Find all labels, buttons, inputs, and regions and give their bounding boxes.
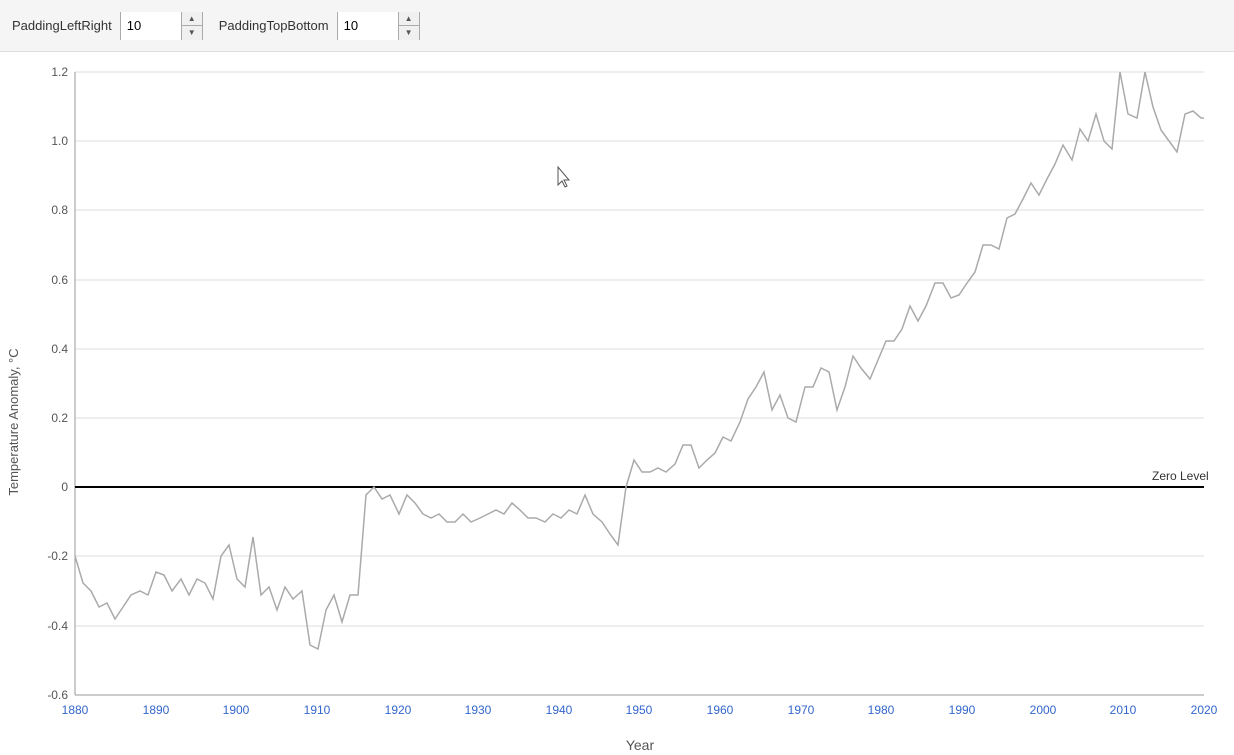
x-label-1960: 1960	[707, 703, 734, 717]
padding-left-right-spinner: ▲ ▼	[120, 12, 203, 40]
x-label-1880: 1880	[62, 703, 89, 717]
y-label-neg0.4: -0.4	[47, 619, 68, 633]
padding-top-bottom-input[interactable]	[338, 12, 398, 40]
temperature-line	[75, 72, 1204, 649]
y-axis-title: Temperature Anomaly, °C	[6, 348, 21, 495]
top-controls-bar: PaddingLeftRight ▲ ▼ PaddingTopBottom ▲ …	[0, 0, 1234, 52]
y-label-neg0.2: -0.2	[47, 549, 68, 563]
y-label-0.2: 0.2	[51, 411, 68, 425]
x-label-1970: 1970	[788, 703, 815, 717]
y-label-0.4: 0.4	[51, 342, 68, 356]
padding-top-bottom-group: PaddingTopBottom ▲ ▼	[219, 12, 420, 40]
padding-top-bottom-spinner: ▲ ▼	[337, 12, 420, 40]
x-label-1930: 1930	[465, 703, 492, 717]
padding-left-right-group: PaddingLeftRight ▲ ▼	[12, 12, 203, 40]
y-label-0.0: 0	[61, 480, 68, 494]
padding-top-bottom-down-button[interactable]: ▼	[399, 26, 419, 40]
padding-top-bottom-up-button[interactable]: ▲	[399, 12, 419, 26]
padding-top-bottom-spinner-buttons: ▲ ▼	[398, 12, 419, 40]
padding-left-right-spinner-buttons: ▲ ▼	[181, 12, 202, 40]
chart-svg: 1.2 1.0 0.8 0.6 0.4 0.2 0 -0.2 -0.4 -0.6…	[0, 52, 1234, 755]
cursor-icon	[558, 167, 569, 187]
x-label-1940: 1940	[546, 703, 573, 717]
x-label-2020: 2020	[1191, 703, 1218, 717]
padding-left-right-down-button[interactable]: ▼	[182, 26, 202, 40]
x-label-1920: 1920	[385, 703, 412, 717]
y-label-0.6: 0.6	[51, 273, 68, 287]
padding-left-right-input[interactable]	[121, 12, 181, 40]
x-label-1910: 1910	[304, 703, 331, 717]
x-label-1900: 1900	[223, 703, 250, 717]
padding-left-right-label: PaddingLeftRight	[12, 18, 112, 33]
y-label-1.2: 1.2	[51, 65, 68, 79]
x-label-1890: 1890	[143, 703, 170, 717]
padding-top-bottom-label: PaddingTopBottom	[219, 18, 329, 33]
x-axis-title: Year	[626, 737, 655, 753]
x-label-1990: 1990	[949, 703, 976, 717]
x-label-1980: 1980	[868, 703, 895, 717]
y-label-neg0.6: -0.6	[47, 688, 68, 702]
y-label-1.0: 1.0	[51, 134, 68, 148]
padding-left-right-up-button[interactable]: ▲	[182, 12, 202, 26]
x-label-2010: 2010	[1110, 703, 1137, 717]
x-label-2000: 2000	[1030, 703, 1057, 717]
y-label-0.8: 0.8	[51, 203, 68, 217]
x-label-1950: 1950	[626, 703, 653, 717]
zero-level-label: Zero Level	[1152, 469, 1209, 483]
chart-container: 1.2 1.0 0.8 0.6 0.4 0.2 0 -0.2 -0.4 -0.6…	[0, 52, 1234, 755]
